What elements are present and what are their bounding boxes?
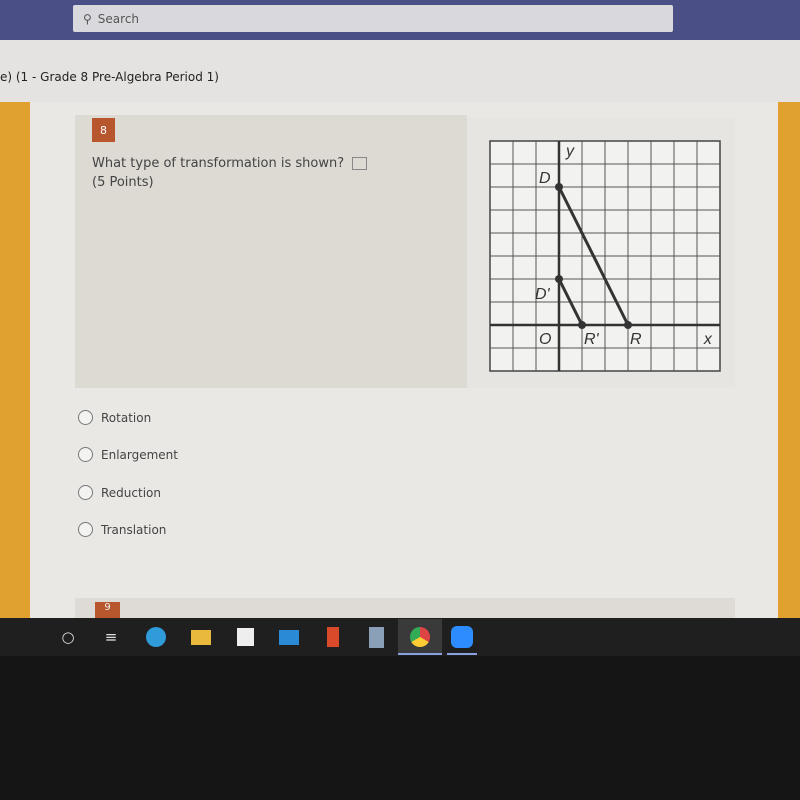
point-R [624, 321, 632, 329]
zoom-icon[interactable] [447, 624, 477, 655]
option-label: Translation [101, 522, 167, 537]
point-D_prime [555, 275, 563, 283]
left-border [0, 102, 30, 618]
task-view-icon[interactable]: ≡ [98, 624, 124, 650]
label-y: y [565, 143, 575, 160]
next-question-number: 9 [95, 602, 120, 618]
radio-button[interactable] [78, 447, 93, 462]
option-label: Rotation [101, 410, 152, 425]
form-header: e) (1 - Grade 8 Pre-Algebra Period 1) [0, 40, 800, 102]
radio-button[interactable] [78, 410, 93, 425]
question-text-block: What type of transformation is shown? (5… [92, 154, 368, 192]
radio-button[interactable] [78, 485, 93, 500]
option-label: Enlargement [101, 447, 178, 462]
option-label: Reduction [101, 485, 161, 500]
coordinate-grid: y x O D D' R R' [489, 140, 721, 372]
calculator-icon[interactable] [363, 624, 389, 650]
question-image: y x O D D' R R' [467, 118, 735, 388]
right-border [778, 102, 800, 618]
chrome-icon[interactable] [398, 619, 442, 655]
label-R: R [630, 331, 642, 348]
label-R-prime: R' [584, 331, 600, 348]
immersive-reader-icon[interactable] [352, 157, 368, 170]
option-enlargement[interactable]: Enlargement [78, 447, 178, 462]
label-D: D [539, 170, 551, 187]
search-placeholder: Search [97, 11, 140, 26]
question-points: (5 Points) [92, 175, 154, 190]
store-icon[interactable] [232, 624, 258, 650]
taskbar: ○ ≡ [0, 618, 800, 656]
question-number: 8 [92, 118, 115, 142]
edge-icon[interactable] [143, 624, 169, 650]
question-text: What type of transformation is shown? [92, 156, 345, 171]
label-origin: O [539, 331, 551, 348]
point-R_prime [578, 321, 586, 329]
search-input[interactable]: ⚲ Search [73, 5, 673, 32]
file-explorer-icon[interactable] [188, 624, 214, 650]
mail-icon[interactable] [276, 624, 302, 650]
radio-button[interactable] [78, 522, 93, 537]
next-question-card [75, 598, 735, 618]
option-translation[interactable]: Translation [78, 522, 166, 537]
search-icon: ⚲ [83, 11, 92, 26]
form-title: e) (1 - Grade 8 Pre-Algebra Period 1) [0, 70, 219, 84]
option-rotation[interactable]: Rotation [78, 410, 151, 425]
label-x: x [703, 331, 713, 348]
option-reduction[interactable]: Reduction [78, 485, 161, 500]
cortana-icon[interactable]: ○ [55, 624, 81, 650]
point-D [555, 183, 563, 191]
top-bar: ⚲ Search [0, 0, 800, 40]
office-icon[interactable] [320, 624, 346, 650]
label-D-prime: D' [535, 286, 551, 303]
